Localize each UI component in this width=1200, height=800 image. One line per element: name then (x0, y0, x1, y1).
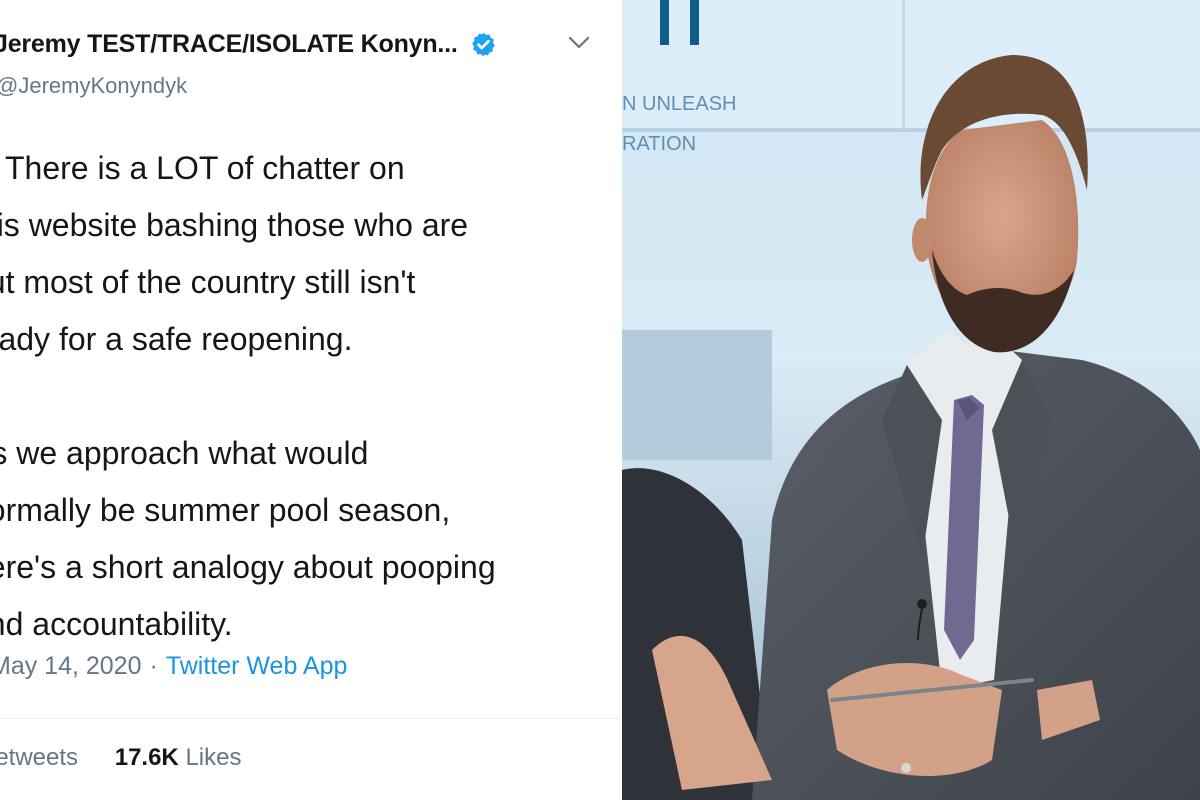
tweet-author-row[interactable]: Jeremy TEST/TRACE/ISOLATE Konyn... (0, 30, 497, 59)
tweet-text: 1. There is a LOT of chatter on this web… (0, 140, 610, 653)
tweet-text-line: 1. There is a LOT of chatter on (0, 150, 405, 186)
speaker-photo: N UNLEASH RATION (622, 0, 1200, 800)
verified-badge-icon (471, 32, 495, 57)
tweet-date[interactable]: May 14, 2020 (0, 652, 142, 680)
tweet-text-line: normally be summer pool season, (0, 492, 451, 528)
tweet-text-line: ready for a safe reopening. (0, 321, 353, 357)
retweets-label[interactable]: Retweets (0, 744, 78, 771)
tweet-text-line: here's a short analogy about pooping (0, 549, 496, 585)
tweet-text-line: but most of the country still isn't (0, 264, 416, 300)
author-handle[interactable]: @JeremyKonyndyk (0, 73, 187, 99)
author-name[interactable]: Jeremy TEST/TRACE/ISOLATE Konyn... (0, 30, 458, 59)
tweet-stats: Retweets 17.6K Likes (0, 744, 241, 772)
tweet-text-line: this website bashing those who are (0, 207, 469, 243)
likes-count: 17.6K (114, 744, 179, 771)
tweet-card: Jeremy TEST/TRACE/ISOLATE Konyn... @Jere… (0, 0, 620, 800)
meta-separator: · (149, 652, 158, 680)
speaker-photo-illustration: N UNLEASH RATION (622, 0, 1200, 800)
tweet-meta: May 14, 2020 · Twitter Web App (0, 652, 347, 681)
divider (0, 718, 620, 719)
tweet-text-line: As we approach what would (0, 435, 369, 471)
likes-stat[interactable]: 17.6K Likes (115, 744, 242, 771)
tweet-text-line: and accountability. (0, 606, 233, 642)
chevron-down-icon[interactable] (566, 34, 592, 52)
likes-label: Likes (185, 744, 242, 771)
background-sign-text: N UNLEASH (622, 93, 736, 115)
source-app-link[interactable]: Twitter Web App (166, 652, 348, 680)
background-sign-text: RATION (622, 133, 696, 155)
tweet-text-line (0, 368, 610, 425)
